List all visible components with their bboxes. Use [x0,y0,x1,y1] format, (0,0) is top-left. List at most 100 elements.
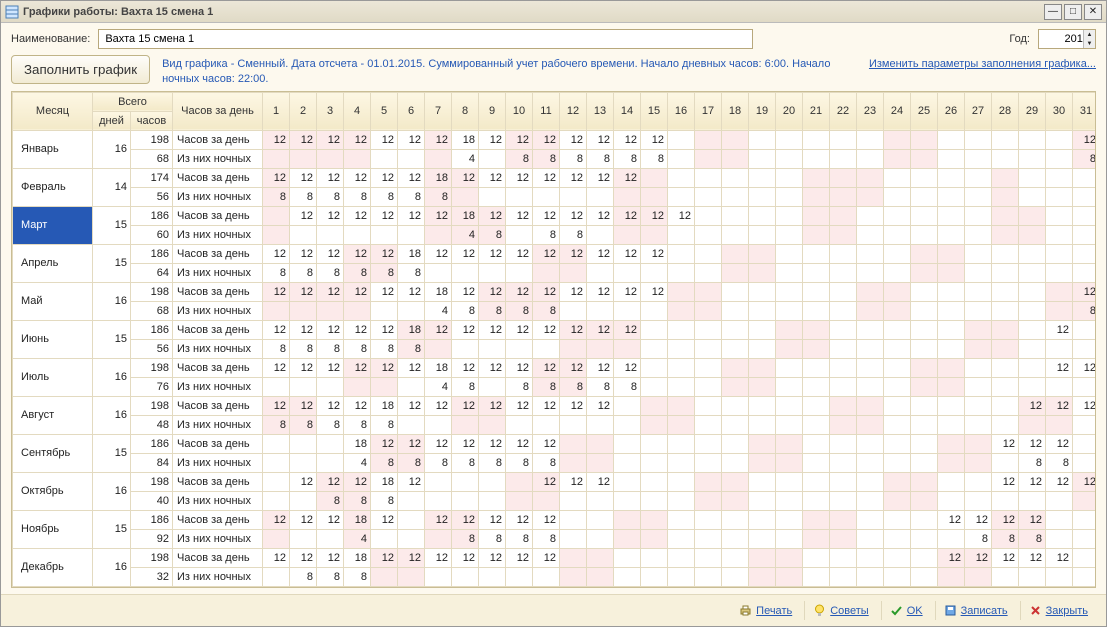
day-cell[interactable]: 12 [560,282,587,301]
night-cell[interactable] [830,263,857,282]
night-cell[interactable] [317,453,344,472]
day-cell[interactable] [263,472,290,491]
night-cell[interactable] [263,529,290,548]
day-cell[interactable] [992,358,1019,377]
night-cell[interactable]: 8 [587,377,614,396]
day-cell[interactable] [668,510,695,529]
day-cell[interactable] [938,358,965,377]
night-cell[interactable] [614,263,641,282]
day-cell[interactable] [1073,244,1097,263]
night-cell[interactable] [1019,377,1046,396]
night-cell[interactable]: 8 [317,339,344,358]
day-cell[interactable]: 12 [506,320,533,339]
night-cell[interactable] [1046,415,1073,434]
day-cell[interactable]: 12 [452,548,479,567]
night-cell[interactable] [911,149,938,168]
day-cell[interactable] [884,320,911,339]
day-cell[interactable] [938,282,965,301]
day-cell[interactable] [938,130,965,149]
day-cell[interactable]: 12 [1019,434,1046,453]
day-cell[interactable]: 12 [317,358,344,377]
night-cell[interactable] [560,453,587,472]
day-cell[interactable]: 12 [371,358,398,377]
night-cell[interactable]: 8 [641,149,668,168]
day-cell[interactable]: 12 [938,510,965,529]
day-cell[interactable]: 12 [452,282,479,301]
day-cell[interactable]: 12 [344,130,371,149]
night-cell[interactable] [641,301,668,320]
day-cell[interactable] [911,130,938,149]
night-cell[interactable] [884,377,911,396]
night-cell[interactable]: 8 [398,453,425,472]
day-cell[interactable]: 18 [344,434,371,453]
day-cell[interactable] [911,206,938,225]
night-cell[interactable] [965,225,992,244]
night-cell[interactable] [1019,491,1046,510]
day-cell[interactable]: 12 [992,510,1019,529]
day-cell[interactable] [695,244,722,263]
day-cell[interactable] [587,434,614,453]
night-cell[interactable] [830,377,857,396]
night-cell[interactable]: 8 [371,339,398,358]
day-cell[interactable] [857,510,884,529]
day-cell[interactable] [830,320,857,339]
night-cell[interactable] [776,415,803,434]
day-cell[interactable] [695,358,722,377]
night-cell[interactable] [479,415,506,434]
day-cell[interactable]: 12 [614,358,641,377]
day-cell[interactable]: 12 [560,206,587,225]
day-cell[interactable] [884,472,911,491]
night-cell[interactable]: 8 [479,529,506,548]
night-cell[interactable] [479,187,506,206]
night-cell[interactable] [965,339,992,358]
night-cell[interactable]: 8 [992,529,1019,548]
night-cell[interactable] [695,225,722,244]
day-cell[interactable] [695,472,722,491]
day-cell[interactable] [722,434,749,453]
day-cell[interactable]: 12 [533,320,560,339]
night-cell[interactable] [1019,301,1046,320]
night-cell[interactable] [722,529,749,548]
day-cell[interactable] [830,244,857,263]
night-cell[interactable] [641,339,668,358]
day-cell[interactable] [614,396,641,415]
night-cell[interactable] [290,225,317,244]
night-cell[interactable]: 8 [398,339,425,358]
day-cell[interactable] [911,244,938,263]
night-cell[interactable] [560,529,587,548]
day-cell[interactable] [776,396,803,415]
night-cell[interactable] [425,529,452,548]
night-cell[interactable]: 8 [533,225,560,244]
day-cell[interactable]: 12 [506,282,533,301]
night-cell[interactable] [938,567,965,586]
night-cell[interactable]: 8 [371,491,398,510]
night-cell[interactable] [425,225,452,244]
night-cell[interactable] [722,491,749,510]
night-cell[interactable]: 8 [290,263,317,282]
day-cell[interactable]: 12 [587,244,614,263]
day-cell[interactable]: 12 [344,206,371,225]
day-cell[interactable] [560,548,587,567]
day-cell[interactable]: 12 [506,548,533,567]
night-cell[interactable] [749,377,776,396]
day-cell[interactable] [641,510,668,529]
night-cell[interactable] [668,377,695,396]
night-cell[interactable]: 8 [479,301,506,320]
day-cell[interactable]: 12 [1073,130,1097,149]
day-cell[interactable] [830,130,857,149]
night-cell[interactable]: 8 [344,263,371,282]
day-cell[interactable] [776,510,803,529]
night-cell[interactable] [722,301,749,320]
night-cell[interactable] [1019,339,1046,358]
night-cell[interactable] [965,263,992,282]
night-cell[interactable] [884,149,911,168]
day-cell[interactable] [749,510,776,529]
night-cell[interactable] [830,301,857,320]
night-cell[interactable] [695,339,722,358]
night-cell[interactable] [668,567,695,586]
day-cell[interactable]: 12 [533,510,560,529]
day-cell[interactable] [965,206,992,225]
day-cell[interactable]: 12 [587,206,614,225]
night-cell[interactable] [290,149,317,168]
day-cell[interactable] [884,130,911,149]
